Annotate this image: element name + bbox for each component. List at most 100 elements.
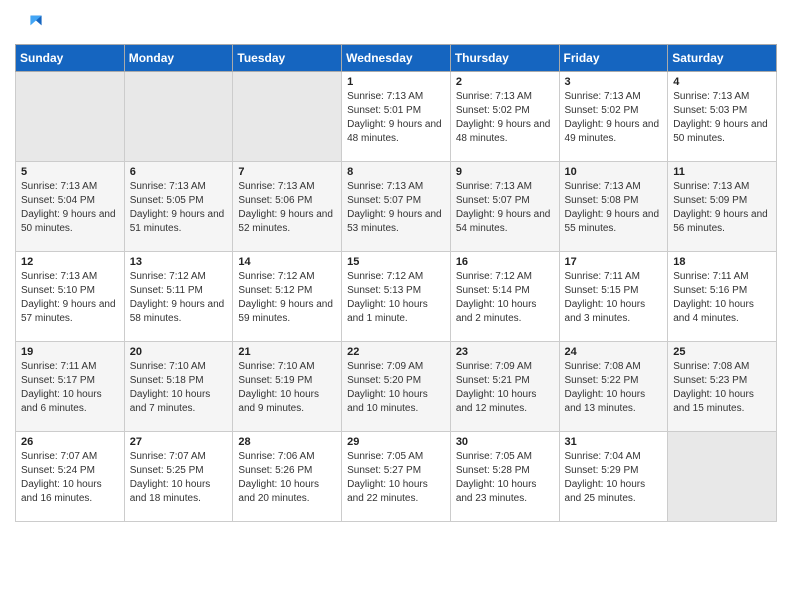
calendar-cell: 25 Sunrise: 7:08 AM Sunset: 5:23 PM Dayli… (668, 342, 777, 432)
calendar-cell: 23 Sunrise: 7:09 AM Sunset: 5:21 PM Dayli… (450, 342, 559, 432)
day-number: 29 (347, 436, 445, 448)
day-number: 26 (21, 436, 119, 448)
calendar-cell: 28Sunrise: 7:06 AM Sunset: 5:26 PM Dayli… (233, 432, 342, 522)
day-number: 4 (673, 76, 771, 88)
calendar-cell: 14 Sunrise: 7:12 AM Sunset: 5:12 PM Dayli… (233, 252, 342, 342)
calendar-body: 1Sunrise: 7:13 AM Sunset: 5:01 PM Daylig… (16, 72, 777, 522)
calendar-cell: 22 Sunrise: 7:09 AM Sunset: 5:20 PM Dayli… (342, 342, 451, 432)
day-number: 31 (565, 436, 663, 448)
page-header (15, 10, 777, 38)
day-number: 13 (130, 256, 228, 268)
calendar-cell: 3Sunrise: 7:13 AM Sunset: 5:02 PM Daylig… (559, 72, 668, 162)
week-row-1: 1Sunrise: 7:13 AM Sunset: 5:01 PM Daylig… (16, 72, 777, 162)
calendar-cell: 2 Sunrise: 7:13 AM Sunset: 5:02 PM Daylig… (450, 72, 559, 162)
day-info: Sunrise: 7:12 AM Sunset: 5:13 PM Dayligh… (347, 270, 445, 326)
header-row: SundayMondayTuesdayWednesdayThursdayFrid… (16, 45, 777, 72)
calendar-cell: 8 Sunrise: 7:13 AM Sunset: 5:07 PM Daylig… (342, 162, 451, 252)
day-number: 25 (673, 346, 771, 358)
calendar-cell: 27Sunrise: 7:07 AM Sunset: 5:25 PM Dayli… (124, 432, 233, 522)
day-info: Sunrise: 7:12 AM Sunset: 5:12 PM Dayligh… (238, 270, 336, 326)
calendar-cell: 11 Sunrise: 7:13 AM Sunset: 5:09 PM Dayli… (668, 162, 777, 252)
calendar-cell: 20 Sunrise: 7:10 AM Sunset: 5:18 PM Dayli… (124, 342, 233, 432)
calendar-cell: 16 Sunrise: 7:12 AM Sunset: 5:14 PM Dayli… (450, 252, 559, 342)
logo-icon (15, 10, 43, 38)
calendar-cell: 15Sunrise: 7:12 AM Sunset: 5:13 PM Dayli… (342, 252, 451, 342)
day-info: Sunrise: 7:07 AM Sunset: 5:24 PM Dayligh… (21, 450, 119, 506)
day-number: 21 (238, 346, 336, 358)
day-number: 16 (456, 256, 554, 268)
day-number: 18 (673, 256, 771, 268)
day-info: Sunrise: 7:07 AM Sunset: 5:25 PM Dayligh… (130, 450, 228, 506)
day-info: Sunrise: 7:09 AM Sunset: 5:21 PM Dayligh… (456, 360, 554, 416)
day-info: Sunrise: 7:11 AM Sunset: 5:16 PM Dayligh… (673, 270, 771, 326)
day-info: Sunrise: 7:13 AM Sunset: 5:02 PM Dayligh… (456, 90, 554, 146)
day-info: Sunrise: 7:10 AM Sunset: 5:18 PM Dayligh… (130, 360, 228, 416)
calendar-cell: 18 Sunrise: 7:11 AM Sunset: 5:16 PM Dayli… (668, 252, 777, 342)
logo (15, 10, 47, 38)
day-info: Sunrise: 7:04 AM Sunset: 5:29 PM Dayligh… (565, 450, 663, 506)
header-tuesday: Tuesday (233, 45, 342, 72)
calendar-cell (16, 72, 125, 162)
day-info: Sunrise: 7:08 AM Sunset: 5:23 PM Dayligh… (673, 360, 771, 416)
day-number: 5 (21, 166, 119, 178)
day-number: 8 (347, 166, 445, 178)
week-row-5: 26 Sunrise: 7:07 AM Sunset: 5:24 PM Dayli… (16, 432, 777, 522)
week-row-2: 5Sunrise: 7:13 AM Sunset: 5:04 PM Daylig… (16, 162, 777, 252)
day-number: 14 (238, 256, 336, 268)
day-info: Sunrise: 7:13 AM Sunset: 5:07 PM Dayligh… (347, 180, 445, 236)
week-row-4: 19Sunrise: 7:11 AM Sunset: 5:17 PM Dayli… (16, 342, 777, 432)
header-monday: Monday (124, 45, 233, 72)
calendar-cell: 12 Sunrise: 7:13 AM Sunset: 5:10 PM Dayli… (16, 252, 125, 342)
calendar-header: SundayMondayTuesdayWednesdayThursdayFrid… (16, 45, 777, 72)
day-info: Sunrise: 7:05 AM Sunset: 5:27 PM Dayligh… (347, 450, 445, 506)
day-info: Sunrise: 7:13 AM Sunset: 5:06 PM Dayligh… (238, 180, 336, 236)
calendar-cell: 21 Sunrise: 7:10 AM Sunset: 5:19 PM Dayli… (233, 342, 342, 432)
day-info: Sunrise: 7:13 AM Sunset: 5:01 PM Dayligh… (347, 90, 445, 146)
day-number: 30 (456, 436, 554, 448)
calendar-cell: 30 Sunrise: 7:05 AM Sunset: 5:28 PM Dayli… (450, 432, 559, 522)
calendar-cell: 1Sunrise: 7:13 AM Sunset: 5:01 PM Daylig… (342, 72, 451, 162)
day-info: Sunrise: 7:13 AM Sunset: 5:03 PM Dayligh… (673, 90, 771, 146)
day-number: 12 (21, 256, 119, 268)
calendar-cell: 5Sunrise: 7:13 AM Sunset: 5:04 PM Daylig… (16, 162, 125, 252)
header-saturday: Saturday (668, 45, 777, 72)
day-number: 23 (456, 346, 554, 358)
day-info: Sunrise: 7:10 AM Sunset: 5:19 PM Dayligh… (238, 360, 336, 416)
day-number: 22 (347, 346, 445, 358)
day-number: 6 (130, 166, 228, 178)
calendar-cell (124, 72, 233, 162)
day-info: Sunrise: 7:13 AM Sunset: 5:09 PM Dayligh… (673, 180, 771, 236)
day-info: Sunrise: 7:05 AM Sunset: 5:28 PM Dayligh… (456, 450, 554, 506)
calendar-cell: 24Sunrise: 7:08 AM Sunset: 5:22 PM Dayli… (559, 342, 668, 432)
day-info: Sunrise: 7:11 AM Sunset: 5:17 PM Dayligh… (21, 360, 119, 416)
calendar-cell: 17 Sunrise: 7:11 AM Sunset: 5:15 PM Dayli… (559, 252, 668, 342)
header-thursday: Thursday (450, 45, 559, 72)
day-info: Sunrise: 7:12 AM Sunset: 5:11 PM Dayligh… (130, 270, 228, 326)
day-number: 7 (238, 166, 336, 178)
calendar-cell: 26 Sunrise: 7:07 AM Sunset: 5:24 PM Dayli… (16, 432, 125, 522)
day-info: Sunrise: 7:13 AM Sunset: 5:05 PM Dayligh… (130, 180, 228, 236)
day-info: Sunrise: 7:13 AM Sunset: 5:08 PM Dayligh… (565, 180, 663, 236)
day-info: Sunrise: 7:13 AM Sunset: 5:10 PM Dayligh… (21, 270, 119, 326)
day-info: Sunrise: 7:13 AM Sunset: 5:07 PM Dayligh… (456, 180, 554, 236)
calendar-cell: 13 Sunrise: 7:12 AM Sunset: 5:11 PM Dayli… (124, 252, 233, 342)
header-sunday: Sunday (16, 45, 125, 72)
day-info: Sunrise: 7:09 AM Sunset: 5:20 PM Dayligh… (347, 360, 445, 416)
day-number: 17 (565, 256, 663, 268)
calendar-table: SundayMondayTuesdayWednesdayThursdayFrid… (15, 44, 777, 522)
day-info: Sunrise: 7:12 AM Sunset: 5:14 PM Dayligh… (456, 270, 554, 326)
header-wednesday: Wednesday (342, 45, 451, 72)
day-number: 3 (565, 76, 663, 88)
calendar-cell: 29 Sunrise: 7:05 AM Sunset: 5:27 PM Dayli… (342, 432, 451, 522)
day-number: 2 (456, 76, 554, 88)
day-number: 20 (130, 346, 228, 358)
day-info: Sunrise: 7:06 AM Sunset: 5:26 PM Dayligh… (238, 450, 336, 506)
week-row-3: 12 Sunrise: 7:13 AM Sunset: 5:10 PM Dayli… (16, 252, 777, 342)
calendar-cell: 4 Sunrise: 7:13 AM Sunset: 5:03 PM Daylig… (668, 72, 777, 162)
day-number: 10 (565, 166, 663, 178)
day-info: Sunrise: 7:11 AM Sunset: 5:15 PM Dayligh… (565, 270, 663, 326)
calendar-cell (233, 72, 342, 162)
day-number: 24 (565, 346, 663, 358)
day-number: 9 (456, 166, 554, 178)
day-number: 11 (673, 166, 771, 178)
